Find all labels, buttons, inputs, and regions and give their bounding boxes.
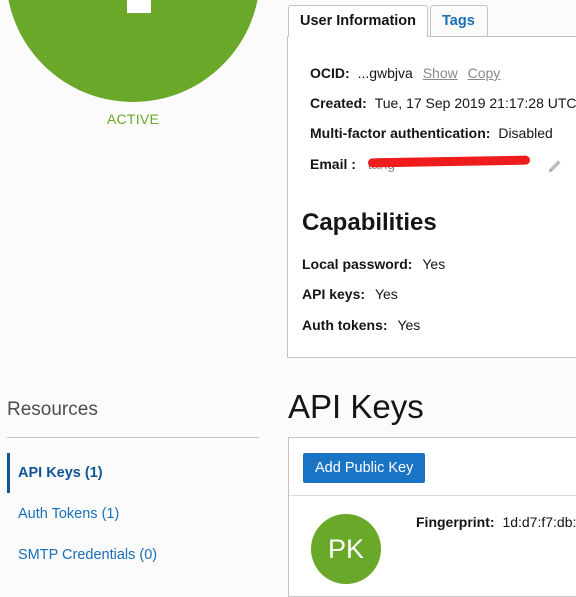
capability-label: Auth tokens: bbox=[302, 317, 388, 333]
ocid-value: ...gwbjva bbox=[357, 65, 413, 81]
mfa-value: Disabled bbox=[498, 125, 553, 141]
user-status-avatar bbox=[6, 0, 260, 102]
created-label: Created: bbox=[310, 95, 367, 111]
add-public-key-button[interactable]: Add Public Key bbox=[303, 453, 426, 483]
email-label: Email : bbox=[310, 156, 356, 172]
email-redaction-mark bbox=[367, 155, 531, 168]
capability-api-keys: API keys: Yes bbox=[302, 286, 398, 302]
capabilities-heading: Capabilities bbox=[302, 209, 437, 236]
created-row: Created: Tue, 17 Sep 2019 21:17:28 UTC bbox=[310, 95, 576, 111]
user-status-label: ACTIVE bbox=[106, 111, 160, 127]
capability-value: Yes bbox=[397, 317, 421, 333]
created-value: Tue, 17 Sep 2019 21:17:28 UTC bbox=[374, 95, 576, 111]
mfa-row: Multi-factor authentication: Disabled bbox=[310, 125, 553, 141]
sidebar-item-smtp-credentials[interactable]: SMTP Credentials (0) bbox=[7, 535, 259, 575]
capability-label: API keys: bbox=[302, 286, 366, 302]
fingerprint-value: 1d:d7:f7:db: bbox=[502, 514, 576, 530]
capability-local-password: Local password: Yes bbox=[302, 256, 445, 272]
capability-value: Yes bbox=[374, 286, 398, 302]
resources-divider bbox=[7, 437, 259, 438]
fingerprint-row: Fingerprint: 1d:d7:f7:db: bbox=[416, 514, 576, 530]
ocid-row: OCID: ...gwbjva Show Copy bbox=[310, 65, 500, 81]
api-keys-divider bbox=[289, 495, 576, 496]
show-ocid-link[interactable]: Show bbox=[423, 65, 458, 81]
capability-label: Local password: bbox=[302, 256, 413, 272]
capability-value: Yes bbox=[422, 256, 446, 272]
resources-heading: Resources bbox=[7, 399, 98, 420]
pencil-icon[interactable] bbox=[547, 158, 563, 174]
api-keys-heading: API Keys bbox=[288, 388, 424, 425]
tab-tags[interactable]: Tags bbox=[430, 5, 488, 36]
user-avatar-glyph bbox=[127, 0, 151, 13]
capability-auth-tokens: Auth tokens: Yes bbox=[302, 317, 420, 333]
tab-user-information[interactable]: User Information bbox=[288, 5, 428, 37]
api-keys-panel: Add Public Key PK Fingerprint: 1d:d7:f7:… bbox=[288, 437, 576, 597]
mfa-label: Multi-factor authentication: bbox=[310, 125, 491, 141]
copy-ocid-link[interactable]: Copy bbox=[468, 65, 501, 81]
sidebar-item-api-keys[interactable]: API Keys (1) bbox=[7, 453, 259, 493]
api-key-avatar: PK bbox=[311, 514, 381, 584]
fingerprint-label: Fingerprint: bbox=[416, 514, 495, 530]
sidebar-item-auth-tokens[interactable]: Auth Tokens (1) bbox=[7, 494, 259, 534]
ocid-label: OCID: bbox=[310, 65, 350, 81]
user-information-panel: OCID: ...gwbjva Show Copy Created: Tue, … bbox=[287, 36, 576, 358]
